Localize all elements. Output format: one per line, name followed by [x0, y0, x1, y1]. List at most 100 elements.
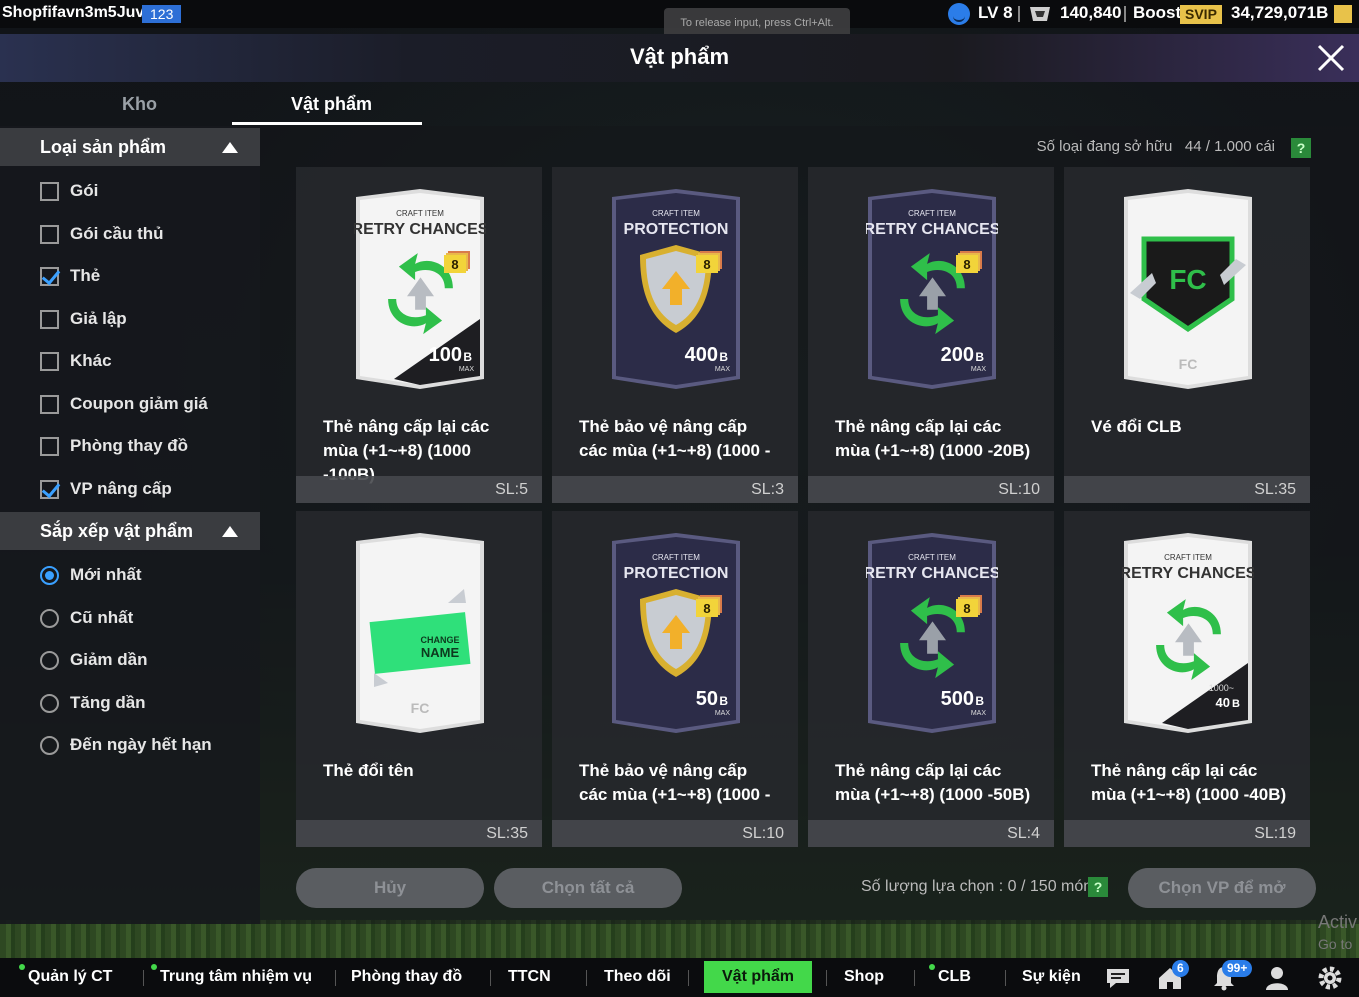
- nav-item[interactable]: Phòng thay đồ: [351, 968, 462, 986]
- close-icon[interactable]: [1313, 40, 1349, 76]
- nav-divider: [914, 970, 915, 986]
- nav-divider: [586, 970, 587, 986]
- item-quantity: SL:19: [1254, 825, 1296, 842]
- sort-header[interactable]: Sắp xếp vật phẩm: [0, 512, 260, 550]
- item-name: Thẻ nâng cấp lại các mùa (+1~+8) (1000 -…: [835, 417, 1031, 460]
- home-button[interactable]: 6: [1156, 960, 1189, 994]
- notification-badge: 99+: [1222, 960, 1253, 977]
- sort-option-label: Giảm dần: [70, 650, 148, 669]
- craft-label: CRAFT ITEM: [908, 209, 956, 218]
- level-text: LV 8: [978, 3, 1013, 22]
- item-card-art: CRAFT ITEM RETRY CHANCES 8 200 B MAX: [866, 189, 998, 389]
- max-label: MAX: [715, 710, 731, 717]
- item-card-art: FC FC: [1124, 189, 1252, 389]
- nav-item[interactable]: Sự kiện: [1022, 968, 1081, 986]
- card-title: RETRY CHANCES: [354, 221, 486, 238]
- item-card[interactable]: FC FC Vé đổi CLB SL:35: [1064, 167, 1310, 503]
- craft-label: CRAFT ITEM: [908, 553, 956, 562]
- value-unit: B: [463, 350, 472, 364]
- new-indicator-dot: [929, 964, 935, 970]
- nav-item[interactable]: Shop: [844, 968, 884, 986]
- open-items-button[interactable]: Chọn VP để mở: [1128, 868, 1316, 908]
- item-card[interactable]: CRAFT ITEM RETRY CHANCES 8 500 B MAX Thẻ nâng …: [808, 511, 1054, 847]
- active-tab-indicator: [232, 122, 422, 125]
- radio-button[interactable]: [40, 651, 59, 670]
- grass-strip: [0, 920, 1359, 960]
- max-label: MAX: [459, 366, 475, 373]
- selection-count: Số lượng lựa chọn : 0 / 150 món: [861, 878, 1093, 895]
- level-number: 8: [963, 257, 970, 272]
- product-type-header[interactable]: Loại sản phẩm: [0, 128, 260, 166]
- filter-option-label: Giả lập: [70, 308, 127, 328]
- checkbox[interactable]: [40, 309, 59, 329]
- value-number: 40: [1216, 695, 1230, 710]
- username: Shopfifavn3m5Juv: [2, 4, 145, 21]
- radio-button[interactable]: [40, 693, 59, 713]
- item-card[interactable]: CHANGE NAME FC Thẻ đổi tên SL:35: [296, 511, 542, 847]
- item-card[interactable]: CRAFT ITEM PROTECTION 8 50 B MAX Thẻ bảo vệ nâ…: [552, 511, 798, 847]
- checkbox[interactable]: [40, 479, 59, 499]
- value-number: 400: [685, 344, 718, 366]
- new-indicator-dot: [19, 964, 25, 970]
- checkbox[interactable]: [40, 224, 59, 244]
- nav-item[interactable]: Quản lý CT: [28, 968, 112, 986]
- nav-item[interactable]: Theo dõi: [604, 968, 671, 986]
- craft-label: CRAFT ITEM: [1164, 553, 1212, 562]
- item-card-art: CRAFT ITEM PROTECTION 8 400 B MAX: [612, 189, 740, 389]
- radio-button[interactable]: [40, 566, 59, 585]
- item-name: Thẻ bảo vệ nâng cấp các mùa (+1~+8) (100…: [579, 417, 771, 460]
- item-card[interactable]: CRAFT ITEM PROTECTION 8 400 B MAX Thẻ bảo vệ n…: [552, 167, 798, 503]
- item-grid-panel: Số loại đang sở hữu 44 / 1.000 cái ? CRA…: [260, 126, 1359, 924]
- max-label: MAX: [971, 366, 987, 373]
- nav-divider: [688, 970, 689, 986]
- craft-label: CRAFT ITEM: [652, 553, 700, 562]
- nav-divider: [826, 970, 827, 986]
- checkbox[interactable]: [40, 267, 59, 286]
- owned-value: 44 / 1.000 cái: [1184, 138, 1275, 155]
- item-quantity: SL:35: [1254, 481, 1296, 498]
- watermark-line2: Go to: [1318, 936, 1353, 952]
- checkbox[interactable]: [40, 394, 59, 414]
- sort-option-label: Cũ nhất: [70, 607, 134, 627]
- collapse-triangle-icon: [222, 526, 238, 537]
- cancel-button[interactable]: Hủy: [296, 868, 484, 908]
- value-unit: B: [975, 350, 984, 364]
- nav-item[interactable]: Vật phẩm: [704, 961, 813, 993]
- help-button[interactable]: ?: [1088, 877, 1108, 897]
- select-all-button[interactable]: Chọn tất cả: [494, 868, 682, 908]
- card-title: RETRY CHANCES: [1122, 565, 1254, 582]
- checkbox[interactable]: [40, 437, 59, 456]
- radio-button[interactable]: [40, 736, 59, 755]
- item-card[interactable]: CRAFT ITEM RETRY CHANCES 8 200 B MAX Thẻ nâng …: [808, 167, 1054, 503]
- divider: [1124, 6, 1126, 22]
- section-title: Sắp xếp vật phẩm: [40, 521, 194, 541]
- radio-button[interactable]: [40, 608, 59, 628]
- nav-item[interactable]: TTCN: [508, 968, 551, 986]
- item-quantity: SL:5: [495, 481, 528, 498]
- item-card[interactable]: CRAFT ITEM RETRY CHANCES 8 100 B MAX Thẻ nâng …: [296, 167, 542, 503]
- filter-option-label: Thẻ: [70, 266, 101, 285]
- notification-button[interactable]: 99+: [1210, 960, 1253, 994]
- item-quantity: SL:4: [1007, 825, 1040, 842]
- filter-option-label: Khác: [70, 351, 112, 370]
- nav-item[interactable]: CLB: [938, 968, 971, 986]
- sort-option-label: Tăng dần: [70, 692, 146, 712]
- chat-icon[interactable]: [1104, 964, 1132, 992]
- item-quantity: SL:10: [742, 825, 784, 842]
- gear-icon[interactable]: [1316, 964, 1344, 992]
- tab-kho[interactable]: Kho: [122, 94, 157, 115]
- tab-vat-pham[interactable]: Vật phẩm: [291, 94, 372, 115]
- nav-item[interactable]: Trung tâm nhiệm vụ: [160, 968, 312, 986]
- profile-icon[interactable]: [1263, 964, 1291, 992]
- smiley-icon: [948, 3, 970, 25]
- help-button[interactable]: ?: [1291, 138, 1311, 158]
- value-unit: B: [975, 694, 984, 708]
- item-name: Thẻ đổi tên: [323, 761, 414, 780]
- card-title: RETRY CHANCES: [866, 221, 998, 238]
- sort-option-label: Đến ngày hết hạn: [70, 735, 212, 754]
- item-card[interactable]: CRAFT ITEM RETRY CHANCES 1000~ 40 B Thẻ nâng …: [1064, 511, 1310, 847]
- checkbox[interactable]: [40, 352, 59, 371]
- checkbox[interactable]: [40, 182, 59, 201]
- level-number: 8: [703, 601, 710, 616]
- value-number: 500: [941, 688, 974, 710]
